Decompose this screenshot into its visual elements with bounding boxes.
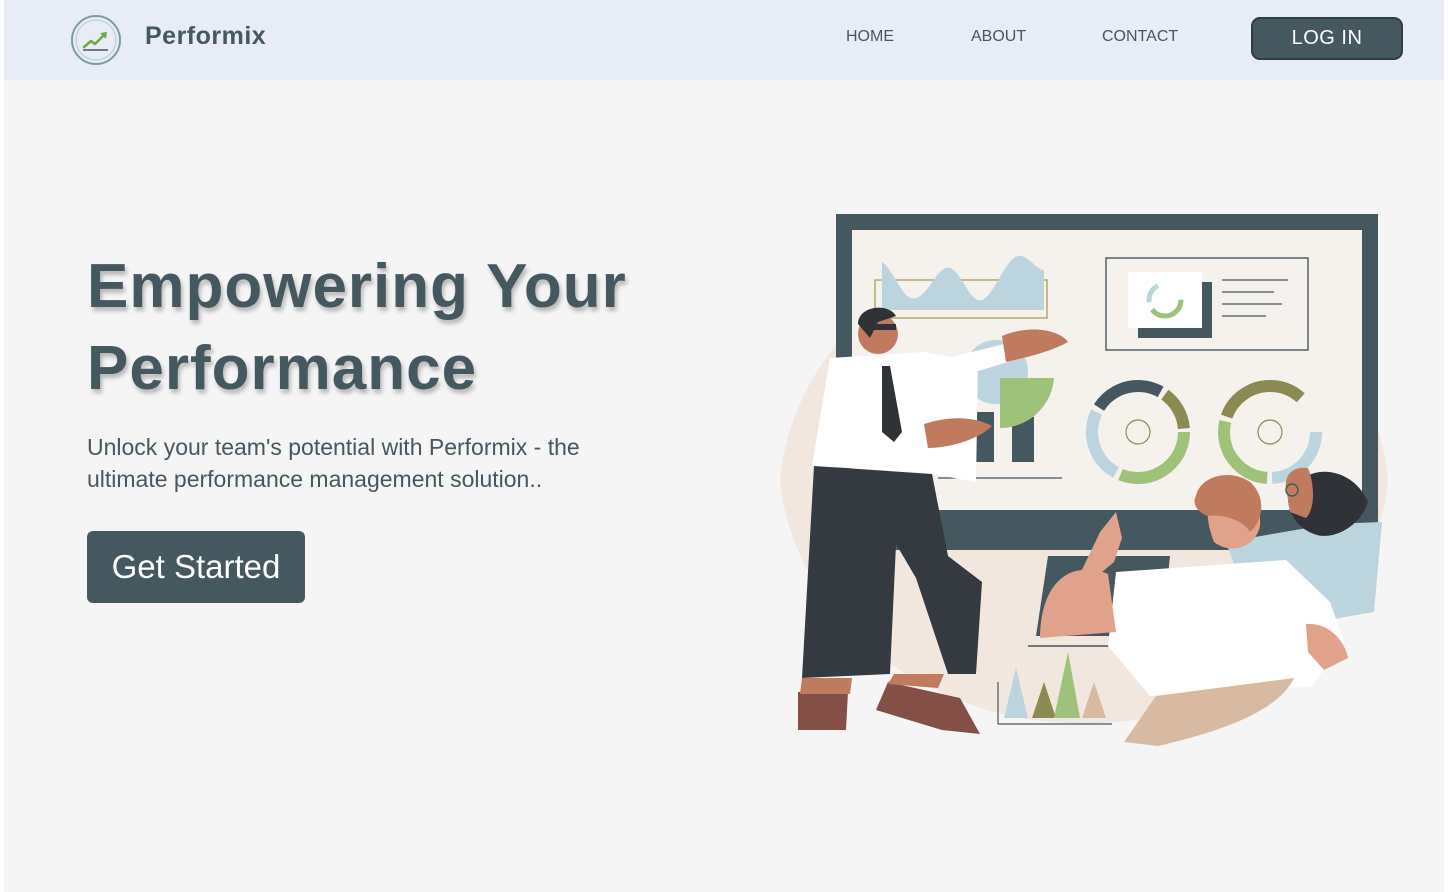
brand-name[interactable]: Performix [145, 22, 266, 51]
hero-subtitle: Unlock your team's potential with Perfor… [87, 434, 580, 492]
nav-about[interactable]: ABOUT [971, 28, 1026, 46]
get-started-button[interactable]: Get Started [87, 531, 305, 603]
logo-icon[interactable] [70, 14, 122, 66]
hero-illustration [780, 214, 1388, 746]
nav-contact[interactable]: CONTACT [1102, 28, 1178, 46]
landing-page: Performix HOME ABOUT CONTACT LOG IN Empo… [4, 0, 1444, 892]
hero-title: Empowering Your Performance [87, 252, 627, 403]
login-button[interactable]: LOG IN [1251, 17, 1403, 60]
nav-home[interactable]: HOME [846, 28, 894, 46]
top-navbar: Performix HOME ABOUT CONTACT LOG IN [4, 0, 1444, 80]
